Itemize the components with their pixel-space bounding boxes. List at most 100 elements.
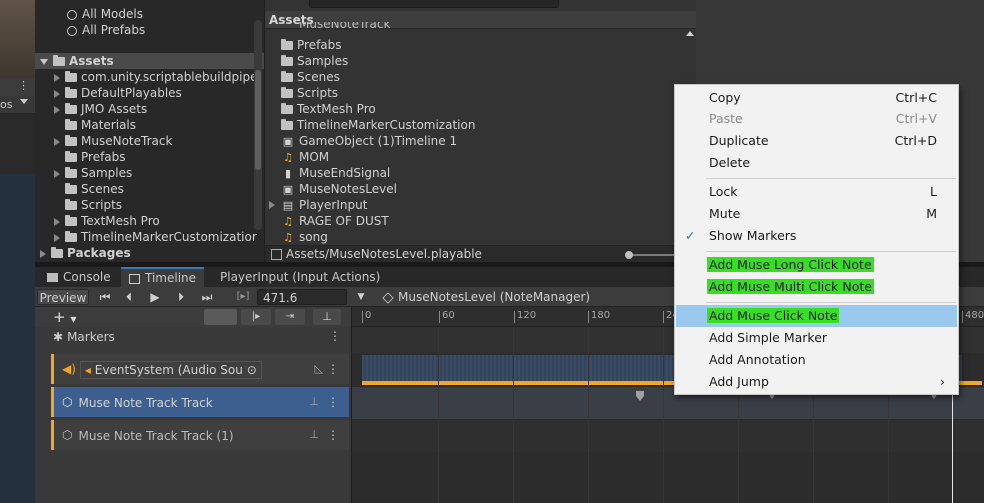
search-input[interactable]: [309, 0, 559, 8]
markers-header[interactable]: ✱ Markers: [53, 329, 115, 345]
tree-item-folder[interactable]: MuseNoteTrack: [35, 133, 264, 149]
expand-arrow-icon[interactable]: [54, 89, 60, 98]
expand-arrow-icon[interactable]: [54, 169, 60, 178]
asset-item[interactable]: ▮ MuseEndSignal: [265, 165, 685, 181]
asset-item[interactable]: TextMesh Pro: [265, 101, 685, 117]
menu-item-paste[interactable]: Paste Ctrl+V: [676, 108, 957, 130]
asset-item[interactable]: Scenes: [265, 69, 685, 85]
tree-item-folder[interactable]: Scenes: [35, 181, 264, 197]
tree-item-label: Assets: [69, 54, 114, 68]
tree-item-all-prefabs[interactable]: All Prefabs: [35, 22, 264, 38]
asset-item[interactable]: ♫ RAGE OF DUST: [265, 213, 685, 229]
asset-item[interactable]: Prefabs: [265, 37, 685, 53]
menu-item-add-multi-click-note[interactable]: Add Muse Multi Click Note: [676, 276, 957, 298]
tree-item-folder[interactable]: JMO Assets: [35, 101, 264, 117]
tree-item-all-models[interactable]: All Models: [35, 6, 264, 22]
menu-item-delete[interactable]: Delete: [676, 152, 957, 174]
menu-item-add-simple-marker[interactable]: Add Simple Marker: [676, 327, 957, 349]
more-icon[interactable]: ⋮: [327, 420, 339, 450]
more-icon[interactable]: ⋮: [327, 354, 339, 384]
more-icon[interactable]: ⋮: [329, 329, 341, 343]
scene-toolbar[interactable]: ⋮: [0, 78, 35, 96]
tree-item-assets[interactable]: Assets: [35, 53, 264, 69]
note-marker[interactable]: [636, 391, 644, 401]
expand-arrow-icon[interactable]: [54, 73, 60, 82]
asset-item[interactable]: TimelineMarkerCustomization: [265, 117, 685, 133]
snap-toggle[interactable]: [204, 309, 237, 325]
track-binding-field[interactable]: ◂ EventSystem (Audio Sou ⊙: [79, 360, 262, 379]
previous-frame-icon[interactable]: ⏴: [119, 289, 139, 305]
asset-item[interactable]: Scripts: [265, 85, 685, 101]
asset-item[interactable]: ▣ GameObject (1)Timeline 1: [265, 133, 685, 149]
preview-button[interactable]: Preview: [37, 289, 89, 305]
ripple-icon[interactable]: |▸: [241, 309, 271, 325]
track-muse-note-1[interactable]: ⬡ Muse Note Track Track (1) ⊥ ⋮: [51, 420, 349, 450]
pin-icon[interactable]: ⊥: [309, 387, 319, 417]
asset-item[interactable]: Samples: [265, 53, 685, 69]
add-track-button[interactable]: + ▼: [53, 308, 83, 326]
scroll-up-icon[interactable]: [686, 31, 694, 36]
menu-item-add-jump[interactable]: Add Jump ›: [676, 371, 957, 393]
tab-timeline[interactable]: Timeline: [121, 267, 205, 288]
play-range-button[interactable]: [▸]: [231, 289, 255, 305]
menu-item-add-long-click-note[interactable]: Add Muse Long Click Note: [676, 254, 957, 276]
expand-arrow-icon[interactable]: [40, 58, 48, 65]
pin-icon[interactable]: ⊥: [313, 309, 341, 325]
expand-arrow-icon[interactable]: [269, 201, 275, 209]
track-eventsystem[interactable]: ◀) ◂ EventSystem (Audio Sou ⊙ ◺ ⋮: [51, 354, 349, 384]
note-track-1-lane[interactable]: [352, 420, 984, 452]
tree-item-folder[interactable]: com.unity.scriptablebuildpipel: [35, 69, 264, 85]
tree-item-packages[interactable]: Packages: [35, 245, 264, 261]
go-to-start-icon[interactable]: ⏮: [95, 289, 115, 305]
play-icon[interactable]: ▶: [145, 289, 165, 305]
more-icon[interactable]: ⋮: [327, 387, 339, 417]
menu-item-lock[interactable]: Lock L: [676, 181, 957, 203]
tree-item-folder[interactable]: Materials: [35, 117, 264, 133]
target-icon[interactable]: ⊙: [247, 363, 257, 377]
tree-item-folder[interactable]: TimelineMarkerCustomizatior: [35, 229, 264, 245]
asset-item[interactable]: ♫ MOM: [265, 149, 685, 165]
tree-scrollbar[interactable]: [254, 20, 262, 230]
tree-item-folder[interactable]: Scripts: [35, 197, 264, 213]
tree-item-folder[interactable]: DefaultPlayables: [35, 85, 264, 101]
menu-label: Delete: [709, 155, 751, 170]
menu-item-mute[interactable]: Mute M: [676, 203, 957, 225]
go-to-end-icon[interactable]: ⏭: [197, 289, 217, 305]
asset-item[interactable]: ♫ song: [265, 229, 685, 245]
menu-item-duplicate[interactable]: Duplicate Ctrl+D: [676, 130, 957, 152]
next-frame-icon[interactable]: ⏵: [171, 289, 191, 305]
curves-icon[interactable]: ◺: [315, 354, 323, 384]
tab-console[interactable]: Console: [39, 267, 119, 288]
tree-item-folder[interactable]: Samples: [35, 165, 264, 181]
tree-item-folder[interactable]: TextMesh Pro: [35, 213, 264, 229]
asset-item[interactable]: ▣ MuseNotesLevel: [265, 181, 685, 197]
dropdown-arrow-icon[interactable]: [20, 99, 28, 104]
expand-arrow-icon[interactable]: [54, 105, 60, 114]
menu-item-copy[interactable]: Copy Ctrl+C: [676, 87, 957, 109]
expand-arrow-icon[interactable]: [54, 233, 60, 242]
audio-source-icon: ◂: [84, 362, 95, 377]
search-icon: [67, 25, 77, 36]
chevron-down-icon[interactable]: ▼: [355, 289, 367, 305]
pin-icon[interactable]: ⊥: [309, 420, 319, 450]
tree-item-folder[interactable]: Prefabs: [35, 149, 264, 165]
menu-label: Add Annotation: [709, 352, 806, 367]
scene-toolbar-2[interactable]: os: [0, 96, 35, 114]
more-icon[interactable]: ⋮: [18, 79, 29, 92]
breadcrumb[interactable]: MuseNotesLevel (NoteManager): [382, 289, 623, 305]
frame-field[interactable]: 471.6: [257, 289, 347, 305]
menu-item-add-annotation[interactable]: Add Annotation: [676, 349, 957, 371]
expand-arrow-icon[interactable]: [40, 249, 46, 258]
track-muse-note[interactable]: ⬡ Muse Note Track Track ⊥ ⋮: [51, 387, 349, 417]
asset-item-partial[interactable]: MuseNoteTrack: [265, 22, 685, 32]
asset-item[interactable]: ▤ PlayerInput: [265, 197, 685, 213]
menu-item-show-markers[interactable]: ✓ Show Markers: [676, 225, 957, 247]
expand-arrow-icon[interactable]: [54, 137, 60, 146]
key-icon[interactable]: ⇥: [275, 309, 305, 325]
expand-arrow-icon[interactable]: [54, 217, 60, 226]
tab-playerinput[interactable]: PlayerInput (Input Actions): [212, 267, 388, 288]
scroll-thumb[interactable]: [255, 70, 261, 170]
folder-icon: [51, 247, 63, 258]
tree-item-label: com.unity.scriptablebuildpipel: [81, 70, 261, 84]
menu-item-add-click-note[interactable]: Add Muse Click Note: [676, 305, 957, 327]
